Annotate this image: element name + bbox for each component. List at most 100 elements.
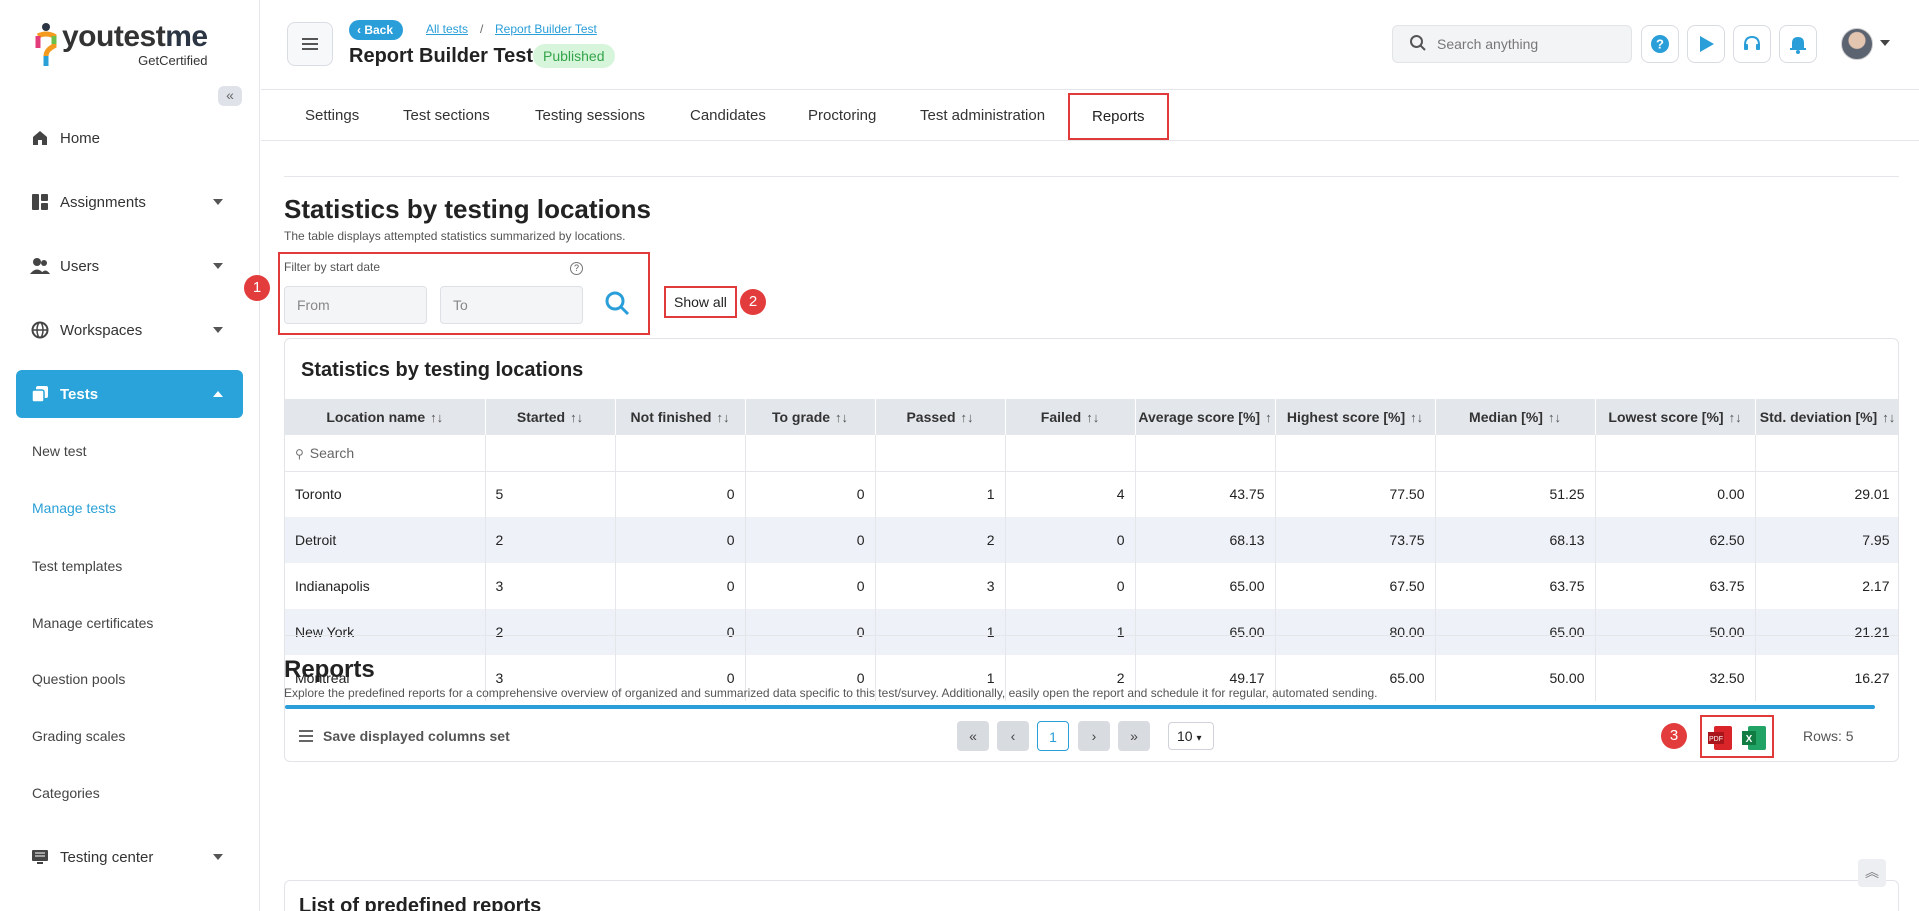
tab-reports[interactable]: Reports (1068, 93, 1169, 140)
tutorial-play-button[interactable] (1687, 25, 1725, 63)
sidebar-subitem-categories[interactable]: Categories (32, 785, 100, 801)
location-name-cell: Indianapolis (285, 563, 486, 609)
sidebar-item-home[interactable]: Home (16, 114, 243, 162)
page-size-select[interactable]: 10 ▾ (1168, 722, 1214, 750)
location-search-input[interactable]: ⚲ Search (285, 435, 486, 472)
sort-icon: ↑↓ (1547, 410, 1561, 425)
table-footer: Save displayed columns set « ‹ 1 › » 10 … (285, 711, 1898, 761)
filter-search-button[interactable] (604, 290, 630, 319)
table-cell: 50.00 (1435, 655, 1596, 701)
column-header[interactable]: Not finished ↑↓ (615, 399, 746, 435)
sidebar-item-tests[interactable]: Tests (16, 370, 243, 418)
table-cell: 3 (485, 563, 616, 609)
sort-icon: ↑↓ (1882, 410, 1896, 425)
prev-page-button[interactable]: ‹ (997, 721, 1029, 751)
menu-toggle-button[interactable] (287, 22, 333, 66)
sidebar-subitem-question-pools[interactable]: Question pools (32, 671, 125, 687)
table-cell: 7.95 (1755, 517, 1898, 563)
last-page-button[interactable]: » (1118, 721, 1150, 751)
table-cell: 2 (875, 517, 1006, 563)
search-icon (1409, 34, 1427, 55)
location-name-cell: Detroit (285, 517, 486, 563)
table-cell: 65.00 (1135, 563, 1276, 609)
column-header[interactable]: Lowest score [%] ↑↓ (1595, 399, 1756, 435)
current-page[interactable]: 1 (1037, 721, 1069, 751)
to-date-input[interactable]: To (440, 286, 583, 324)
table-row[interactable]: Toronto 5 0 0 1 4 43.75 77.50 51.25 0.00 29.01 (285, 471, 1898, 517)
tab-testing-sessions[interactable]: Testing sessions (535, 91, 645, 141)
sidebar-subitem-grading-scales[interactable]: Grading scales (32, 728, 125, 744)
sidebar-item-workspaces[interactable]: Workspaces (16, 306, 243, 354)
show-all-button[interactable]: Show all (664, 286, 737, 318)
sidebar-item-testing-center[interactable]: Testing center (16, 833, 243, 881)
sidebar-subitem-manage-tests[interactable]: Manage tests (32, 500, 116, 516)
logo[interactable]: youtestme GetCertified (34, 22, 208, 68)
tab-settings[interactable]: Settings (305, 91, 359, 141)
table-cell: 68.13 (1135, 517, 1276, 563)
collapse-sidebar-button[interactable]: « (218, 86, 242, 106)
predefined-reports-card: List of predefined reports (284, 880, 1899, 911)
top-header: ‹ Back All tests / Report Builder Test R… (261, 0, 1919, 90)
table-row[interactable]: Indianapolis 3 0 0 3 0 65.00 67.50 63.75 63.75 2.1… (285, 563, 1898, 609)
predefined-reports-title: List of predefined reports (299, 895, 542, 911)
from-date-input[interactable]: From (284, 286, 427, 324)
column-header[interactable]: Passed ↑↓ (875, 399, 1006, 435)
column-header[interactable]: To grade ↑↓ (745, 399, 876, 435)
table-cell: 63.75 (1435, 563, 1596, 609)
table-body: ⚲ Search Toronto 5 0 0 1 4 43.75 77.50 51.25 0.00 2… (285, 435, 1898, 701)
tab-candidates[interactable]: Candidates (690, 91, 766, 141)
page-title: Report Builder Test (349, 45, 534, 67)
support-button[interactable] (1733, 25, 1771, 63)
sidebar-subitem-new-test[interactable]: New test (32, 443, 86, 459)
sort-asc-icon: ↑ (1265, 410, 1272, 425)
chevron-down-icon[interactable] (1880, 40, 1890, 46)
column-header[interactable]: Median [%] ↑↓ (1435, 399, 1596, 435)
tab-test-sections[interactable]: Test sections (403, 91, 490, 141)
rows-count: Rows: 5 (1803, 728, 1854, 744)
export-pdf-icon[interactable]: PDF (1708, 726, 1734, 750)
column-header[interactable]: Location name ↑↓ (285, 399, 486, 435)
save-columns-button[interactable]: Save displayed columns set (299, 728, 510, 744)
sidebar-item-users[interactable]: Users (16, 242, 243, 290)
next-page-button[interactable]: › (1078, 721, 1110, 751)
stats-section-title: Statistics by testing locations (284, 194, 651, 224)
global-search-input[interactable]: Search anything (1392, 25, 1632, 63)
column-header[interactable]: Highest score [%] ↑↓ (1275, 399, 1436, 435)
scroll-to-top-button[interactable]: ︽ (1858, 859, 1886, 887)
sidebar-subitem-manage-certificates[interactable]: Manage certificates (32, 615, 153, 631)
sidebar-subitem-test-templates[interactable]: Test templates (32, 558, 122, 574)
column-header[interactable]: Started ↑↓ (485, 399, 616, 435)
logo-main-text: youtest (62, 20, 166, 53)
table-cell: 29.01 (1755, 471, 1898, 517)
table-row[interactable]: New York 2 0 0 1 1 65.00 80.00 65.00 50.00 21.21 (285, 609, 1898, 655)
sort-icon: ↑↓ (835, 410, 849, 425)
location-name-cell: Toronto (285, 471, 486, 517)
table-cell: 51.25 (1435, 471, 1596, 517)
column-header[interactable]: Failed ↑↓ (1005, 399, 1136, 435)
table-cell: 80.00 (1275, 609, 1436, 655)
table-row[interactable]: Detroit 2 0 0 2 0 68.13 73.75 68.13 62.50 7.95 (285, 517, 1898, 563)
breadcrumb-current-test[interactable]: Report Builder Test (495, 22, 597, 36)
horizontal-scrollbar[interactable] (285, 705, 1875, 709)
headset-icon (1744, 35, 1760, 50)
help-button[interactable]: ? (1641, 25, 1679, 63)
table-cell: 0.00 (1595, 471, 1756, 517)
back-button[interactable]: ‹ Back (349, 20, 404, 40)
column-header[interactable]: Std. deviation [%] ↑↓ (1755, 399, 1898, 435)
help-circle-icon[interactable]: ? (570, 262, 583, 275)
tests-icon (30, 384, 50, 404)
tab-proctoring[interactable]: Proctoring (808, 91, 876, 141)
breadcrumb-separator: / (480, 22, 484, 36)
notifications-button[interactable] (1779, 25, 1817, 63)
first-page-button[interactable]: « (957, 721, 989, 751)
table-cell: 65.00 (1435, 609, 1596, 655)
section-divider (284, 635, 1899, 636)
chevron-down-icon (213, 263, 223, 269)
column-header[interactable]: Average score [%] ↑ (1135, 399, 1276, 435)
globe-icon (30, 320, 50, 340)
export-excel-icon[interactable]: X (1742, 726, 1768, 750)
user-avatar[interactable] (1841, 28, 1873, 60)
sidebar-item-assignments[interactable]: Assignments (16, 178, 243, 226)
tab-test-administration[interactable]: Test administration (920, 91, 1045, 141)
breadcrumb-all-tests[interactable]: All tests (426, 22, 468, 36)
